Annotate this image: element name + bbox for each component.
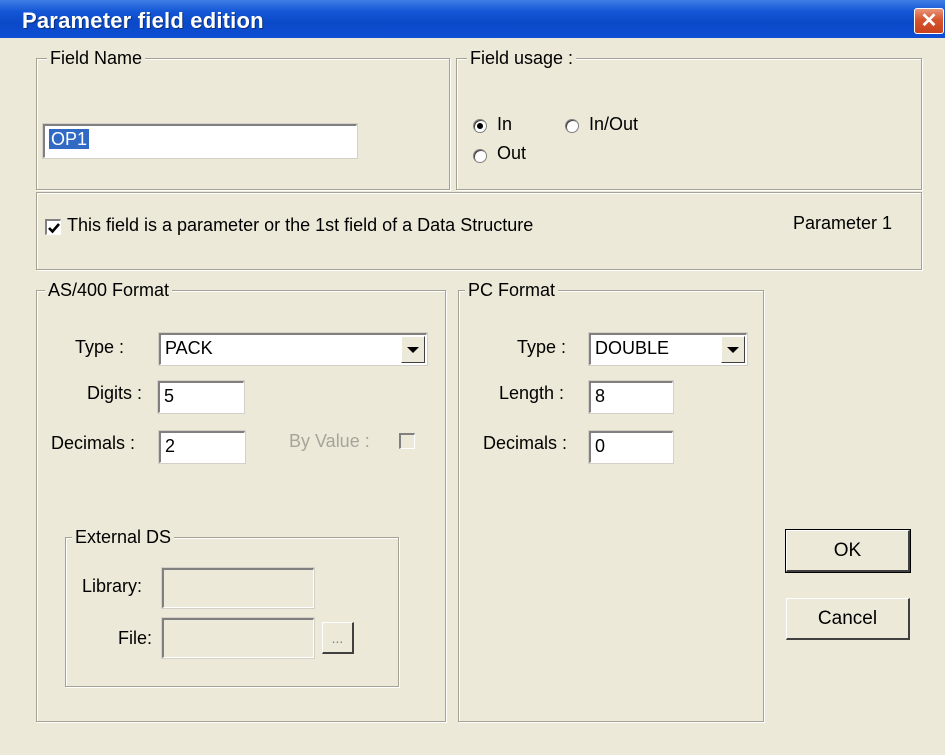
field-name-input[interactable]: OP1	[42, 123, 358, 159]
as400-decimals-label: Decimals :	[51, 433, 136, 453]
as400-format-legend: AS/400 Format	[45, 279, 173, 301]
browse-button[interactable]: ...	[322, 622, 354, 654]
pc-length-value: 8	[595, 386, 606, 406]
pc-type-value: DOUBLE	[595, 338, 670, 358]
ok-button[interactable]: OK	[785, 529, 911, 573]
pc-decimals-label: Decimals :	[483, 433, 568, 453]
field-usage-group: Field usage : In In/Out Out	[456, 47, 922, 190]
as400-digits-input[interactable]: 5	[157, 380, 245, 414]
as400-type-value: PACK	[165, 338, 213, 358]
radio-in[interactable]	[473, 119, 487, 133]
by-value-checkbox[interactable]	[399, 433, 415, 449]
as400-decimals-input[interactable]: 2	[158, 430, 246, 464]
arrow-glyph	[407, 346, 419, 353]
dialog-body: Field Name OP1 Field usage : In In/Out O…	[0, 38, 945, 755]
as400-type-select[interactable]: PACK	[158, 332, 428, 366]
field-usage-legend: Field usage :	[467, 47, 577, 69]
parameter-panel: This field is a parameter or the 1st fie…	[36, 192, 922, 270]
radio-out[interactable]	[473, 149, 487, 163]
field-name-legend: Field Name	[47, 47, 146, 69]
radio-in-out[interactable]	[565, 119, 579, 133]
radio-in-dot	[477, 123, 483, 129]
file-label: File:	[118, 628, 153, 648]
ok-label: OK	[833, 539, 862, 561]
external-ds-group: External DS Library: File: ...	[65, 526, 399, 687]
by-value-label: By Value :	[289, 431, 370, 451]
as400-decimals-value: 2	[165, 436, 176, 456]
pc-decimals-input[interactable]: 0	[588, 430, 674, 464]
radio-in-label: In	[497, 114, 513, 134]
pc-type-select[interactable]: DOUBLE	[588, 332, 748, 366]
library-label: Library:	[82, 576, 143, 596]
title-bar: Parameter field edition ✕	[0, 0, 945, 38]
cancel-button[interactable]: Cancel	[786, 598, 910, 640]
as400-digits-value: 5	[164, 386, 175, 406]
as400-format-group: AS/400 Format Type : PACK Digits : 5 Dec…	[36, 279, 446, 722]
checkmark-icon	[48, 223, 60, 234]
library-input[interactable]	[161, 567, 315, 609]
cancel-label: Cancel	[817, 607, 878, 629]
radio-in-out-label: In/Out	[589, 114, 639, 134]
field-name-value: OP1	[49, 129, 90, 149]
close-icon[interactable]: ✕	[914, 8, 944, 34]
pc-length-label: Length :	[499, 383, 565, 403]
chevron-down-icon[interactable]	[721, 336, 745, 363]
pc-type-label: Type :	[517, 337, 567, 357]
arrow-glyph	[727, 346, 739, 353]
pc-decimals-value: 0	[595, 436, 606, 456]
chevron-down-icon[interactable]	[401, 336, 425, 363]
radio-out-label: Out	[497, 143, 527, 163]
browse-label: ...	[331, 629, 344, 646]
pc-format-group: PC Format Type : DOUBLE Length : 8 Decim…	[458, 279, 764, 722]
parameter-checkbox[interactable]	[45, 219, 61, 235]
file-input[interactable]	[161, 617, 315, 659]
window-title: Parameter field edition	[22, 8, 264, 33]
external-ds-legend: External DS	[72, 526, 175, 548]
pc-length-input[interactable]: 8	[588, 380, 674, 414]
field-name-group: Field Name OP1	[36, 47, 450, 190]
as400-digits-label: Digits :	[87, 383, 143, 403]
pc-format-legend: PC Format	[465, 279, 559, 301]
parameter-checkbox-label: This field is a parameter or the 1st fie…	[67, 215, 534, 235]
as400-type-label: Type :	[75, 337, 125, 357]
close-glyph: ✕	[920, 10, 938, 32]
parameter-status: Parameter 1	[793, 213, 893, 233]
